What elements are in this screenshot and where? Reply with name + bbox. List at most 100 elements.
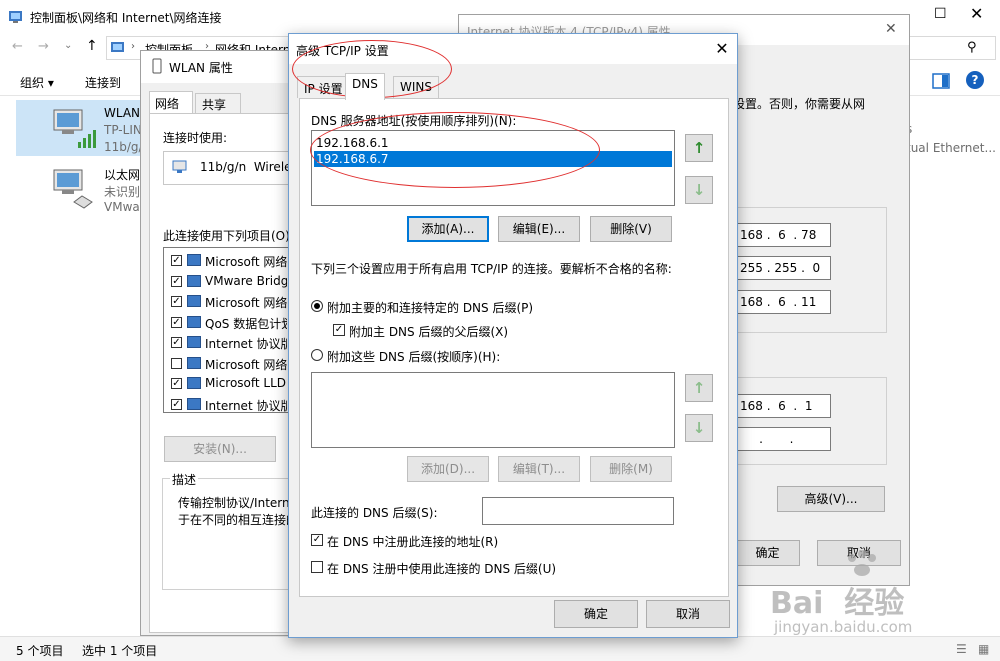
up-icon[interactable]: ↑ (86, 38, 98, 54)
radio-primary-suffix[interactable] (311, 300, 323, 312)
component-checkbox[interactable] (171, 357, 182, 369)
network-adapter-icon (172, 160, 187, 173)
network-status-wlan: TP-LIN (104, 123, 142, 137)
gateway-field[interactable]: 168 . 6 . 11 (733, 290, 831, 314)
subnet-mask-field[interactable]: 255 . 255 . 0 (733, 256, 831, 280)
advanced-cancel-button[interactable]: 取消 (646, 600, 730, 628)
dns-server-item[interactable]: 192.168.6.1 (314, 135, 672, 151)
right-item-adapter: tual Ethernet... (906, 141, 996, 155)
back-icon[interactable]: ← (12, 39, 23, 54)
breadcrumb-separator-icon: › (131, 41, 135, 52)
component-label: Internet 协议版 (205, 398, 287, 413)
dns-servers-list[interactable]: 192.168.6.1 192.168.6.7 (311, 130, 675, 206)
checkbox-register[interactable]: ✓ (311, 534, 323, 546)
component-icon (187, 336, 201, 348)
tab-sharing[interactable]: 共享 (195, 93, 241, 113)
network-status-ethernet: 未识别 (104, 185, 141, 199)
checkbox-use-suffix-label: 在 DNS 注册中使用此连接的 DNS 后缀(U) (327, 562, 557, 576)
ip-address-field[interactable]: 168 . 6 . 78 (733, 223, 831, 247)
component-checkbox[interactable]: ✓ (171, 316, 182, 328)
selected-count: 选中 1 个项目 (82, 644, 158, 658)
maximize-icon[interactable]: ☐ (934, 6, 947, 22)
dns-add-button[interactable]: 添加(A)... (407, 216, 489, 242)
wlan-titlebar: WLAN 属性 (141, 51, 299, 83)
wlan-window-icon (152, 58, 162, 74)
checkbox-parent-suffix-label: 附加主 DNS 后缀的父后缀(X) (349, 325, 509, 339)
component-label: Microsoft LLDP (205, 376, 287, 390)
ipv4-advanced-button[interactable]: 高级(V)... (777, 486, 885, 512)
preferred-dns-field[interactable]: 168 . 6 . 1 (733, 394, 831, 418)
component-icon (187, 356, 201, 369)
ipv4-info-text: 设置。否则，你需要从网 (733, 97, 866, 111)
network-name-ethernet: 以太网 (104, 168, 141, 182)
advanced-ok-button[interactable]: 确定 (554, 600, 638, 628)
watermark-url: jingyan.baidu.com (774, 618, 913, 636)
component-label: Microsoft 网络 (205, 357, 287, 372)
dns-server-item-selected[interactable]: 192.168.6.7 (314, 151, 672, 167)
connect-to-button[interactable]: 连接到 (85, 74, 121, 91)
install-button[interactable]: 安装(N)... (164, 436, 276, 462)
component-checkbox[interactable]: ✓ (171, 398, 182, 410)
ipv4-close-icon[interactable]: ✕ (885, 21, 897, 37)
network-name-wlan: WLAN (104, 106, 141, 120)
suffix-down-arrow-icon[interactable]: ↓ (685, 414, 713, 442)
close-icon[interactable]: ✕ (970, 4, 983, 23)
preview-pane-icon[interactable] (932, 73, 950, 89)
component-checkbox[interactable]: ✓ (171, 275, 182, 287)
tab-wins[interactable]: WINS (393, 76, 439, 98)
dns-edit-button[interactable]: 编辑(E)... (498, 216, 580, 242)
network-adapter-ethernet: VMwa (104, 200, 140, 214)
dns-suffix-list[interactable] (311, 372, 675, 448)
dns-groupbox (719, 377, 887, 465)
advanced-tcpip-dialog: 高级 TCP/IP 设置 ✕ IP 设置 DNS WINS DNS 服务器地址(… (288, 33, 738, 638)
search-icon[interactable]: ⚲ (967, 40, 977, 55)
conn-suffix-label: 此连接的 DNS 后缀(S): (311, 506, 438, 520)
component-checkbox[interactable]: ✓ (171, 337, 182, 348)
ethernet-adapter-icon (53, 169, 93, 209)
dns-remove-button[interactable]: 删除(V) (590, 216, 672, 242)
radio-these-suffixes-label: 附加这些 DNS 后缀(按顺序)(H): (327, 350, 501, 364)
tab-network[interactable]: 网络 (149, 91, 193, 113)
forward-icon[interactable]: → (38, 39, 49, 54)
explorer-title: 控制面板\网络和 Internet\网络连接 (30, 11, 222, 25)
tab-dns[interactable]: DNS (345, 73, 385, 100)
component-checkbox[interactable]: ✓ (171, 378, 182, 389)
control-panel-icon (9, 11, 22, 23)
tab-ip-settings[interactable]: IP 设置 (297, 76, 350, 98)
suffix-add-button[interactable]: 添加(D)... (407, 456, 489, 482)
component-icon (187, 274, 201, 287)
adapter-box: 11b/g/n Wirele (163, 151, 303, 185)
move-up-arrow-icon[interactable]: ↑ (685, 134, 713, 162)
suffix-edit-button[interactable]: 编辑(T)... (498, 456, 580, 482)
checkbox-use-suffix[interactable] (311, 561, 323, 573)
description-line-1: 传输控制协议/Intern (178, 496, 290, 510)
radio-these-suffixes[interactable] (311, 349, 323, 361)
suffix-up-arrow-icon[interactable]: ↑ (685, 374, 713, 402)
description-label: 描述 (170, 471, 199, 488)
component-label: Microsoft 网络 (205, 296, 287, 310)
dns-servers-label: DNS 服务器地址(按使用顺序排列)(N): (311, 114, 517, 128)
item-count: 5 个项目 (16, 644, 64, 658)
advanced-titlebar: 高级 TCP/IP 设置 ✕ (289, 34, 737, 64)
radio-primary-suffix-label: 附加主要的和连接特定的 DNS 后缀(P) (327, 301, 534, 315)
help-icon[interactable]: ? (966, 71, 984, 89)
component-icon (187, 315, 201, 328)
paw-logo-icon (848, 550, 876, 576)
checkbox-register-label: 在 DNS 中注册此连接的地址(R) (327, 535, 499, 549)
organize-menu[interactable]: 组织 ▾ (20, 74, 54, 91)
component-icon (187, 295, 201, 307)
advanced-close-icon[interactable]: ✕ (709, 36, 735, 62)
checkbox-parent-suffix[interactable]: ✓ (333, 324, 345, 336)
recent-dropdown-icon[interactable]: ⌄ (64, 40, 72, 51)
dns-info-text: 下列三个设置应用于所有启用 TCP/IP 的连接。要解析不合格的名称: (311, 262, 672, 276)
network-adapter-wlan: 11b/g/ (104, 140, 143, 154)
component-checkbox[interactable]: ✓ (171, 255, 182, 266)
items-label: 此连接使用下列项目(O): (163, 229, 294, 243)
move-down-arrow-icon[interactable]: ↓ (685, 176, 713, 204)
adapter-name: 11b/g/n Wirele (200, 160, 292, 174)
suffix-remove-button[interactable]: 删除(M) (590, 456, 672, 482)
component-checkbox[interactable]: ✓ (171, 296, 182, 307)
conn-suffix-input[interactable] (482, 497, 674, 525)
alternate-dns-field[interactable]: . . (733, 427, 831, 451)
watermark-brand: Bai 经验 (770, 586, 905, 621)
